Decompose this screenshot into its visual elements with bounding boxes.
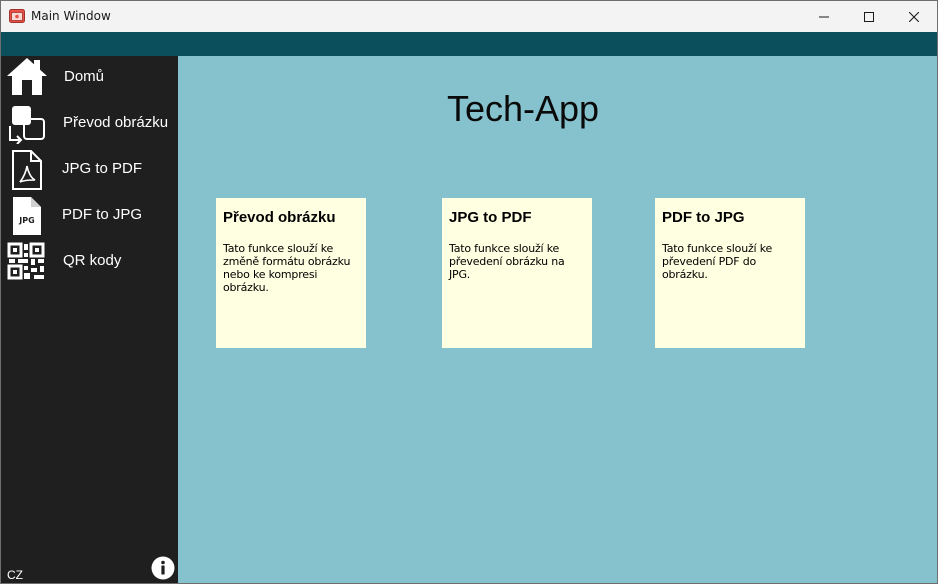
page-title: Tech-App xyxy=(446,88,600,129)
title-bar: Main Window xyxy=(1,1,937,32)
app-icon xyxy=(9,9,25,23)
card-title: JPG to PDF xyxy=(449,209,532,226)
maximize-icon xyxy=(864,11,874,22)
maximize-button[interactable] xyxy=(846,1,892,32)
close-button[interactable] xyxy=(891,1,937,32)
card-description: Tato funkce slouží ke převedení obrázku … xyxy=(449,242,565,281)
sidebar-item-jpg-to-pdf[interactable]: JPG to PDF xyxy=(1,148,178,194)
card-pdf-to-jpg[interactable]: PDF to JPG Tato funkce slouží ke převede… xyxy=(655,198,805,348)
language-label[interactable]: CZ xyxy=(7,568,23,582)
image-convert-icon xyxy=(9,106,45,144)
window-title: Main Window xyxy=(31,9,111,23)
pdf-file-icon xyxy=(12,150,42,190)
minimize-icon xyxy=(819,16,829,17)
jpg-file-icon: JPG xyxy=(13,197,41,235)
main-content: Tech-App Převod obrázku Tato funkce slou… xyxy=(178,56,937,583)
sidebar-item-home[interactable]: Domů xyxy=(1,56,178,102)
sidebar-item-label: JPG to PDF xyxy=(62,160,143,177)
card-image-convert[interactable]: Převod obrázku Tato funkce slouží ke změ… xyxy=(216,198,366,348)
minimize-button[interactable] xyxy=(801,1,847,32)
info-icon[interactable] xyxy=(151,556,175,580)
main-window: Main Window Domů Převod obrázku JPG to P… xyxy=(0,0,938,584)
sidebar-item-qr[interactable]: QR kody xyxy=(1,240,178,286)
card-jpg-to-pdf[interactable]: JPG to PDF Tato funkce slouží ke převede… xyxy=(442,198,592,348)
sidebar-item-label: Převod obrázku xyxy=(63,114,169,131)
close-icon xyxy=(909,11,919,22)
header-band xyxy=(1,32,937,56)
sidebar-item-image-convert[interactable]: Převod obrázku xyxy=(1,102,178,148)
svg-text:JPG: JPG xyxy=(18,216,34,225)
card-title: PDF to JPG xyxy=(662,209,745,226)
sidebar-item-label: Domů xyxy=(64,68,105,85)
card-description: Tato funkce slouží ke převedení PDF do o… xyxy=(662,242,773,281)
card-description: Tato funkce slouží ke změně formátu obrá… xyxy=(223,242,351,294)
sidebar-item-label: PDF to JPG xyxy=(62,206,143,223)
card-title: Převod obrázku xyxy=(223,209,336,226)
sidebar: Domů Převod obrázku JPG to PDF JPG PDF t… xyxy=(1,56,178,583)
sidebar-item-label: QR kody xyxy=(63,252,122,269)
home-icon xyxy=(7,58,47,95)
qr-code-icon xyxy=(7,242,45,280)
sidebar-item-pdf-to-jpg[interactable]: JPG PDF to JPG xyxy=(1,194,178,240)
